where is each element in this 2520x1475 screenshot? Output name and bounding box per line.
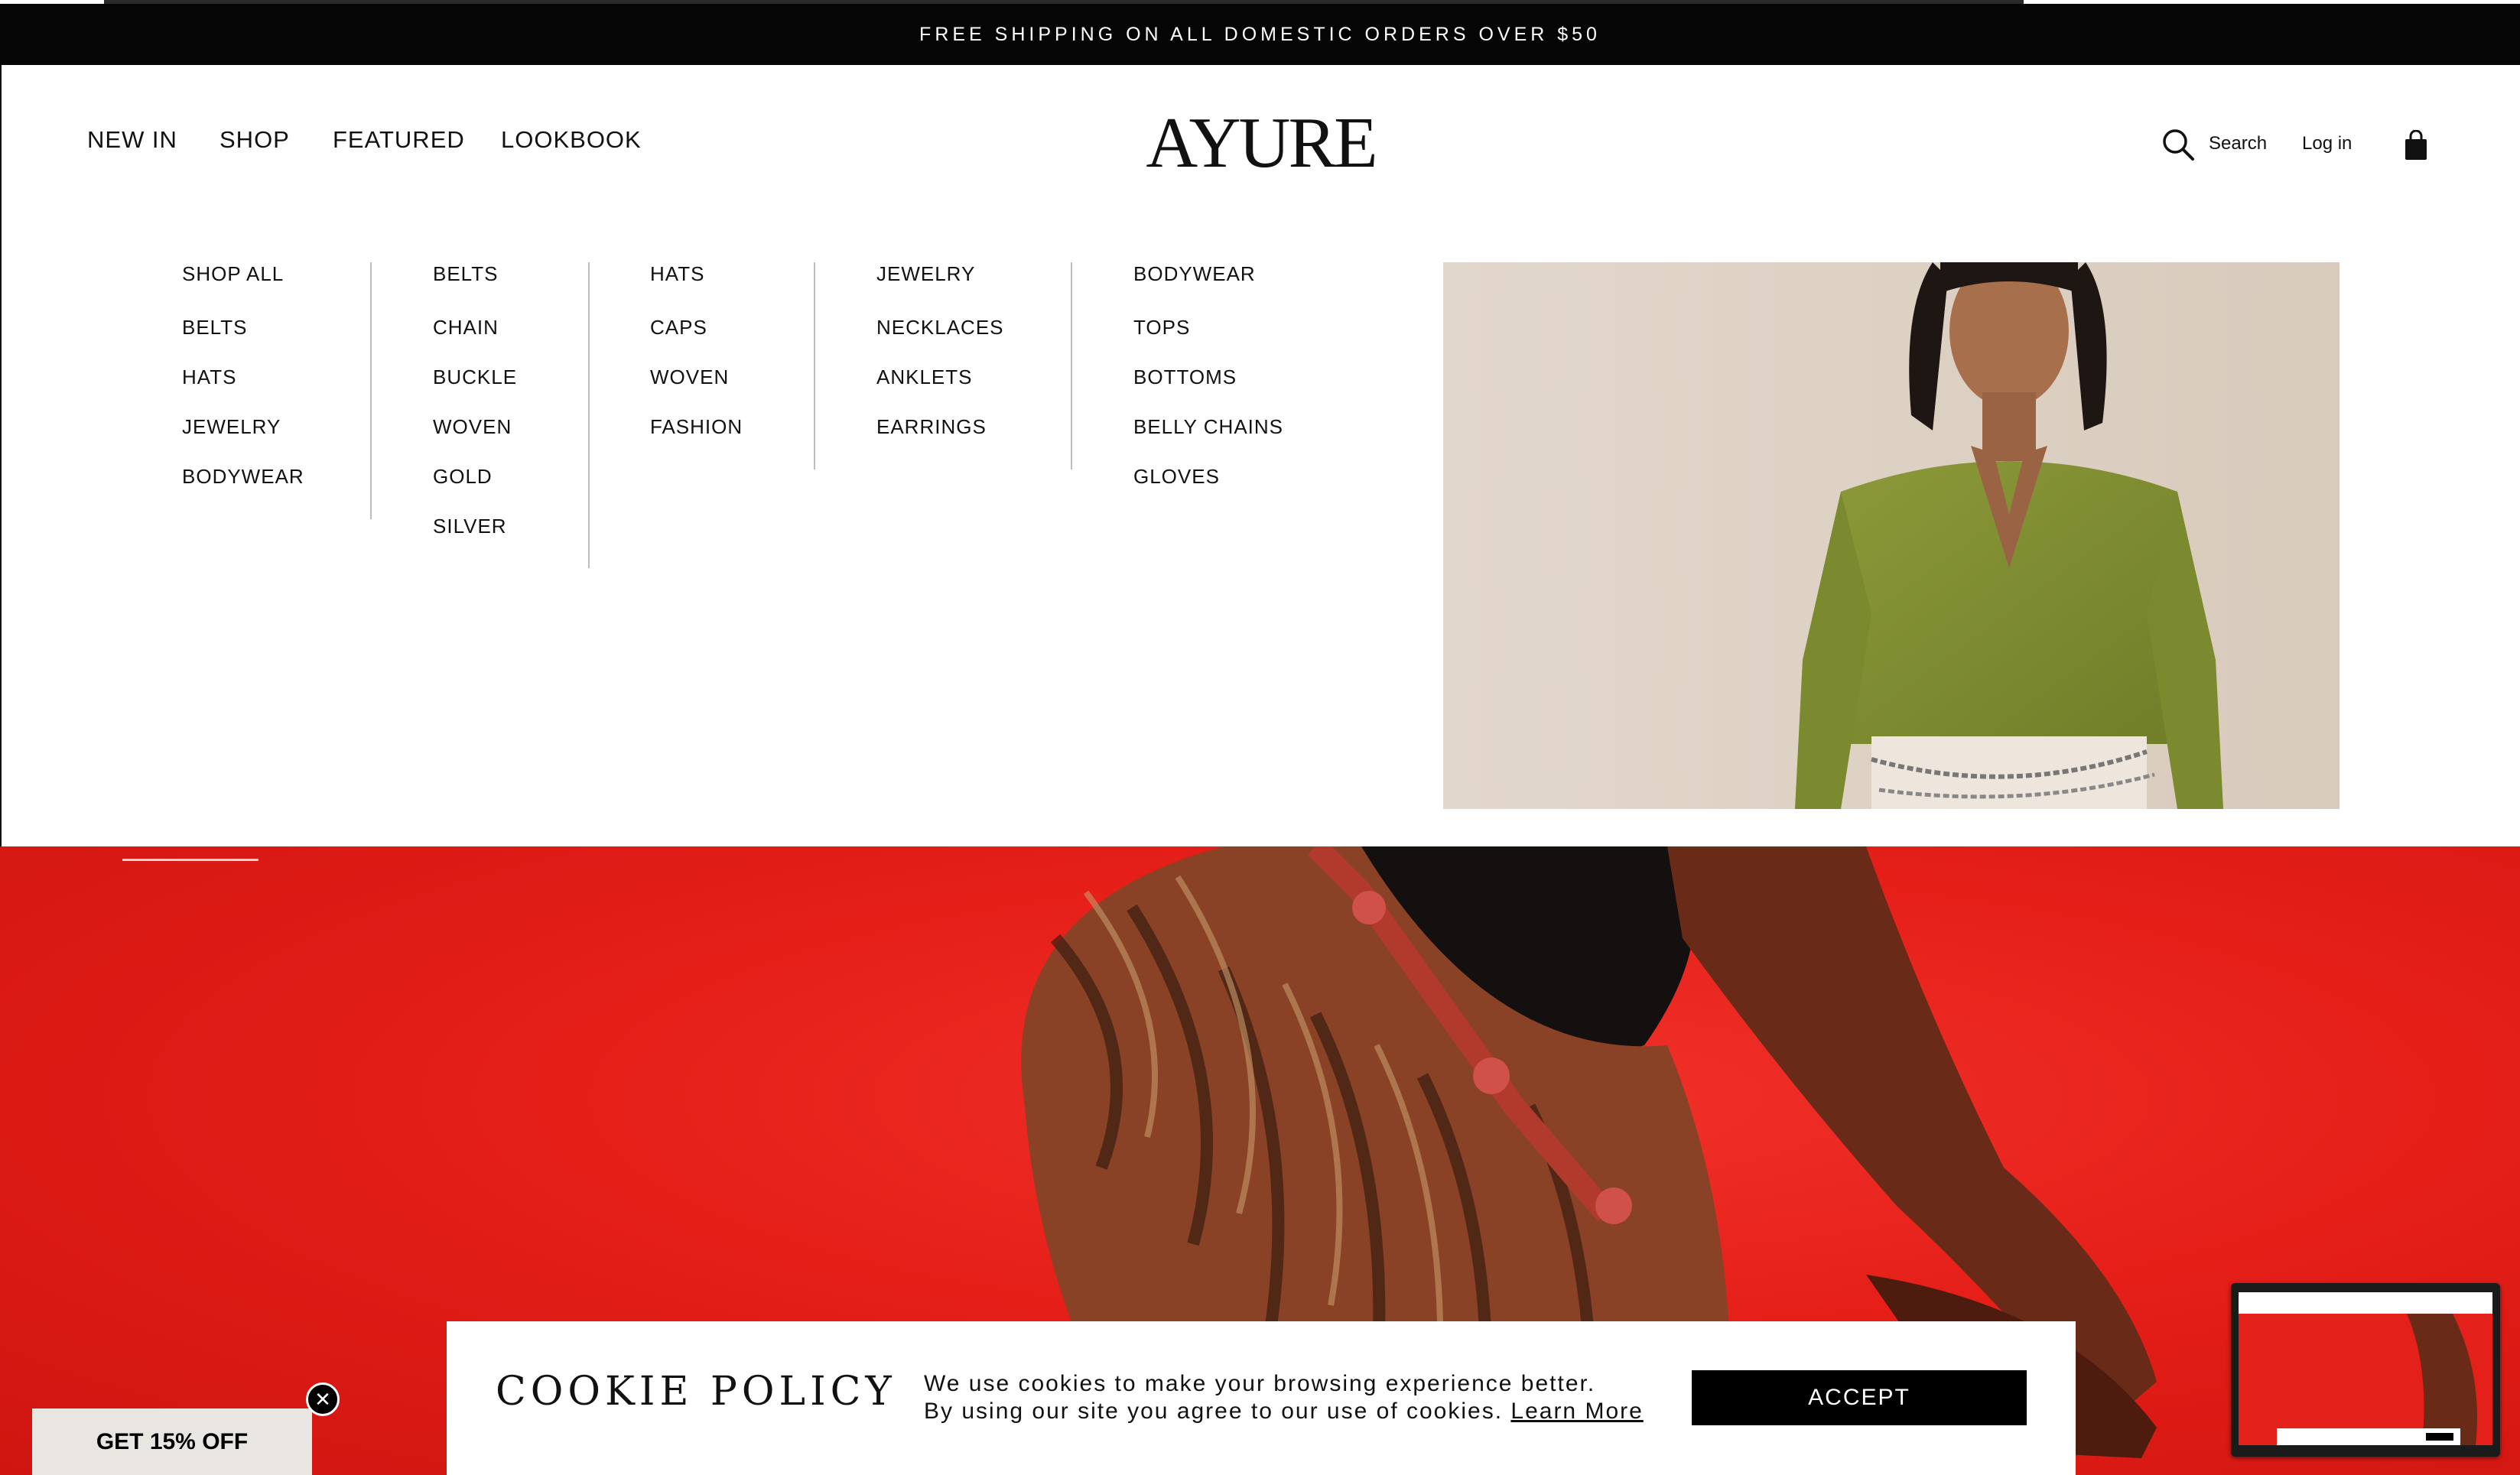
menu-item-silver[interactable]: SILVER [433, 512, 517, 562]
menu-column-bodywear: BODYWEAR TOPS BOTTOMS BELLY CHAINS GLOVE… [1133, 260, 1283, 512]
menu-item-fashion[interactable]: FASHION [650, 413, 743, 463]
video-preview-image [2231, 1283, 2500, 1457]
discount-tab[interactable]: GET 15% OFF [32, 1408, 312, 1475]
menu-item-woven[interactable]: WOVEN [650, 363, 743, 413]
menu-heading-jewelry[interactable]: JEWELRY [876, 260, 1004, 291]
login-link[interactable]: Log in [2302, 133, 2352, 154]
nav-featured[interactable]: FEATURED [333, 126, 465, 154]
accept-cookies-button[interactable]: ACCEPT [1692, 1370, 2027, 1425]
search-link[interactable]: Search [2209, 133, 2267, 154]
menu-item-gold[interactable]: GOLD [433, 463, 517, 512]
cookie-banner: COOKIE POLICY We use cookies to make you… [447, 1321, 2076, 1475]
menu-item-caps[interactable]: CAPS [650, 314, 743, 363]
menu-item-chain[interactable]: CHAIN [433, 314, 517, 363]
menu-column-jewelry: JEWELRY NECKLACES ANKLETS EARRINGS [876, 260, 1004, 463]
menu-item-belts[interactable]: BELTS [182, 314, 304, 363]
menu-divider [1071, 262, 1072, 469]
menu-column-shop-all: SHOP ALL BELTS HATS JEWELRY BODYWEAR [182, 260, 304, 512]
menu-item-anklets[interactable]: ANKLETS [876, 363, 1004, 413]
menu-heading-bodywear[interactable]: BODYWEAR [1133, 260, 1283, 291]
menu-item-jewelry[interactable]: JEWELRY [182, 413, 304, 463]
menu-divider [370, 262, 372, 519]
menu-heading-hats[interactable]: HATS [650, 260, 743, 291]
hero-underline [122, 859, 259, 861]
discount-label: GET 15% OFF [96, 1428, 249, 1454]
menu-promo-image[interactable] [1443, 262, 2340, 809]
menu-divider [814, 262, 815, 469]
menu-divider [588, 262, 590, 568]
announcement-bar: FREE SHIPPING ON ALL DOMESTIC ORDERS OVE… [0, 4, 2520, 65]
model-photo [1443, 262, 2340, 809]
announcement-text: FREE SHIPPING ON ALL DOMESTIC ORDERS OVE… [919, 23, 1601, 45]
cookie-message: We use cookies to make your browsing exp… [924, 1370, 1644, 1425]
menu-item-tops[interactable]: TOPS [1133, 314, 1283, 363]
menu-heading-shop-all[interactable]: SHOP ALL [182, 260, 304, 291]
menu-item-woven[interactable]: WOVEN [433, 413, 517, 463]
nav-shop[interactable]: SHOP [219, 126, 290, 154]
menu-item-earrings[interactable]: EARRINGS [876, 413, 1004, 463]
search-icon[interactable] [2161, 128, 2195, 161]
shopping-bag-icon[interactable] [2404, 130, 2428, 161]
menu-item-belly-chains[interactable]: BELLY CHAINS [1133, 413, 1283, 463]
close-icon[interactable]: ✕ [306, 1382, 340, 1416]
brand-logo[interactable]: AYURE [1145, 107, 1377, 180]
menu-item-necklaces[interactable]: NECKLACES [876, 314, 1004, 363]
cookie-line-2: By using our site you agree to our use o… [924, 1399, 1504, 1424]
video-preview-thumbnail[interactable] [2231, 1283, 2500, 1457]
menu-item-hats[interactable]: HATS [182, 363, 304, 413]
learn-more-link[interactable]: Learn More [1510, 1399, 1643, 1424]
menu-item-bodywear[interactable]: BODYWEAR [182, 463, 304, 512]
menu-item-buckle[interactable]: BUCKLE [433, 363, 517, 413]
menu-item-gloves[interactable]: GLOVES [1133, 463, 1283, 512]
cookie-title: COOKIE POLICY [496, 1369, 896, 1415]
nav-lookbook[interactable]: LOOKBOOK [501, 126, 642, 154]
nav-new-in[interactable]: NEW IN [87, 126, 177, 154]
menu-column-belts: BELTS CHAIN BUCKLE WOVEN GOLD SILVER [433, 260, 517, 562]
menu-column-hats: HATS CAPS WOVEN FASHION [650, 260, 743, 463]
menu-item-bottoms[interactable]: BOTTOMS [1133, 363, 1283, 413]
cookie-line-1: We use cookies to make your browsing exp… [924, 1371, 1596, 1396]
menu-heading-belts[interactable]: BELTS [433, 260, 517, 291]
